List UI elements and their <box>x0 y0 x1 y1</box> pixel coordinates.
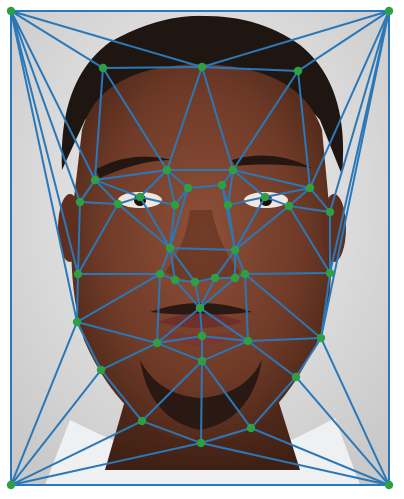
landmark-point <box>170 275 180 285</box>
mesh-edge <box>102 66 203 69</box>
landmark-point <box>162 165 172 175</box>
landmark-point <box>284 201 294 211</box>
landmark-point <box>135 192 145 202</box>
landmark-point <box>6 480 16 490</box>
landmark-point <box>98 63 108 73</box>
landmark-point <box>384 6 394 16</box>
landmark-point <box>210 273 220 283</box>
landmark-point <box>6 6 16 16</box>
landmark-point <box>243 336 253 346</box>
landmark-point <box>197 62 207 72</box>
landmark-point <box>170 200 180 210</box>
landmark-point <box>316 333 326 343</box>
landmark-point <box>260 192 270 202</box>
landmark-point <box>246 423 256 433</box>
landmark-point <box>217 180 227 190</box>
landmark-point <box>230 273 240 283</box>
landmark-point <box>196 438 206 448</box>
mesh-edge <box>76 273 79 323</box>
landmark-point <box>113 199 123 209</box>
landmark-point <box>197 331 207 341</box>
landmark-point <box>293 66 303 76</box>
landmark-point <box>165 243 175 253</box>
landmark-point <box>90 175 100 185</box>
landmark-point <box>223 200 233 210</box>
landmark-point <box>230 245 240 255</box>
landmark-point <box>137 416 147 426</box>
landmark-point <box>325 268 335 278</box>
landmark-point <box>305 183 315 193</box>
landmark-point <box>183 183 193 193</box>
face-triangulation-figure <box>0 0 404 499</box>
mesh-edge <box>244 272 331 275</box>
landmark-point <box>197 356 207 366</box>
landmark-point <box>75 197 85 207</box>
landmark-point <box>384 480 394 490</box>
landmark-point <box>155 269 165 279</box>
mesh-edge <box>200 360 203 444</box>
landmark-point <box>228 165 238 175</box>
landmark-point <box>73 269 83 279</box>
landmark-point <box>240 269 250 279</box>
landmark-point <box>152 338 162 348</box>
landmark-point <box>190 277 200 287</box>
landmark-point <box>291 372 301 382</box>
landmark-point <box>96 365 106 375</box>
landmark-point <box>325 207 335 217</box>
landmark-point <box>195 303 205 313</box>
landmark-point <box>72 317 82 327</box>
